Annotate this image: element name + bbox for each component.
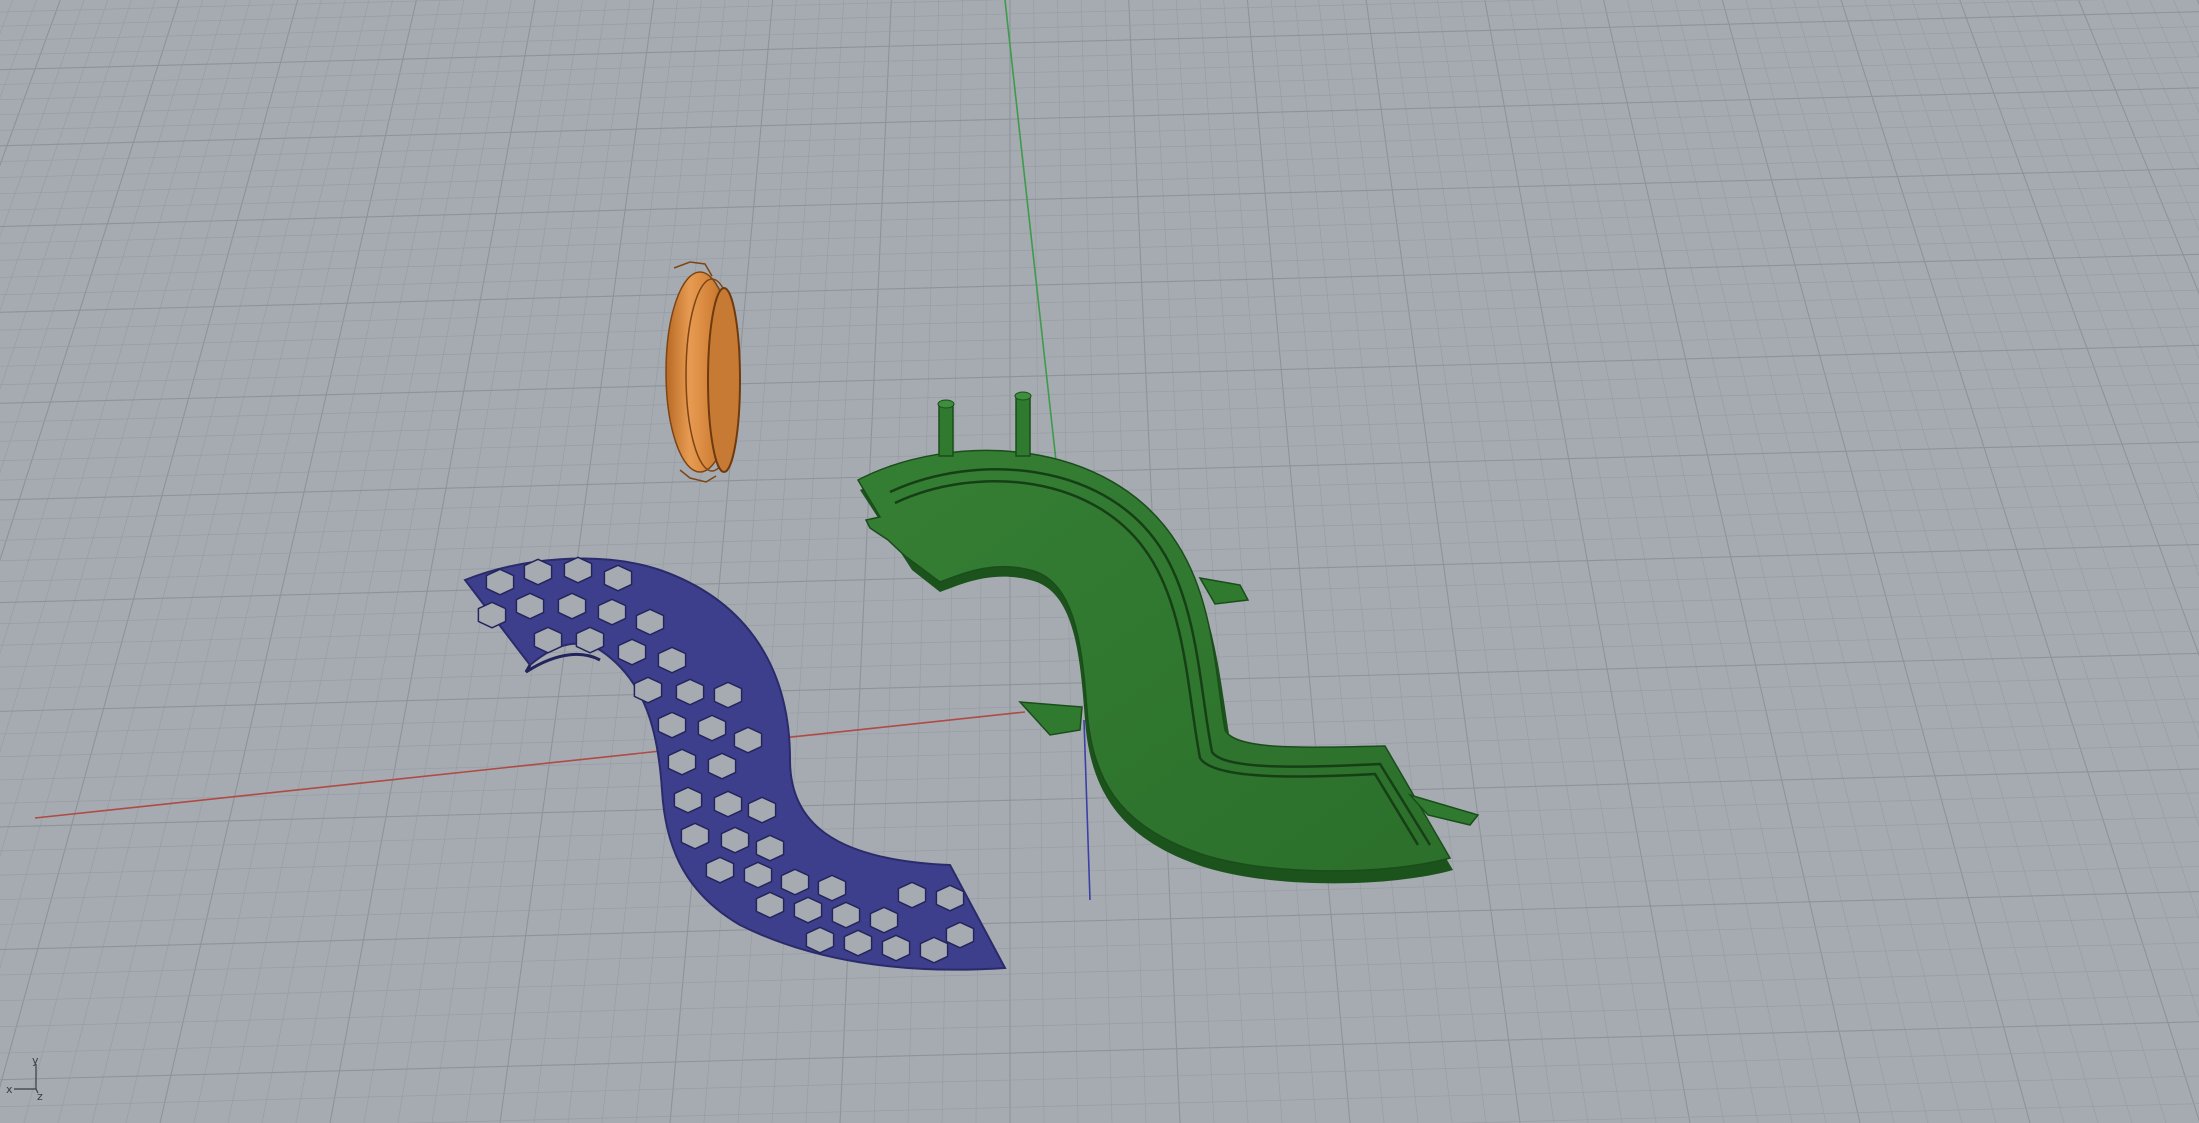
hexagon-hole [869, 906, 899, 934]
hexagon-hole [657, 646, 687, 674]
hexagon-hole [523, 558, 553, 586]
y-axis-line [1004, 0, 1058, 471]
hexagon-hole [603, 564, 633, 592]
gizmo-z-label: z [37, 1090, 43, 1103]
hexagon-hole [720, 826, 750, 854]
hexagon-hole [747, 796, 777, 824]
hexagon-hole [881, 934, 911, 962]
hexagon-hole [563, 556, 593, 584]
x-axis-line [34, 711, 1026, 819]
hexagon-hole [557, 592, 587, 620]
hexagon-hole [485, 568, 515, 596]
hexagon-hole [667, 748, 697, 776]
hexagon-hole [575, 626, 605, 654]
hexagon-hole [935, 884, 965, 912]
hexagon-hole [697, 714, 727, 742]
hexagon-hole [831, 901, 861, 929]
hexagon-hole [477, 601, 507, 629]
hexagon-hole [755, 834, 785, 862]
3d-viewport[interactable]: y x z [0, 0, 2199, 1123]
hexagon-hole [633, 676, 663, 704]
hexagon-hole [743, 861, 773, 889]
hexagon-hole [617, 638, 647, 666]
viewport-scene[interactable]: y x z [0, 0, 2199, 1123]
hexagon-hole [707, 752, 737, 780]
hexagon-hole [805, 926, 835, 954]
gizmo-y-label: y [32, 1054, 39, 1067]
hexagon-hole [817, 874, 847, 902]
hexagon-hole [780, 868, 810, 896]
hexagon-hole [705, 856, 735, 884]
hexagon-hole [675, 678, 705, 706]
hexagon-hole [597, 598, 627, 626]
hexagon-hole [657, 711, 687, 739]
hexagon-hole [673, 786, 703, 814]
hexagon-hole [635, 608, 665, 636]
hexagon-hole [793, 896, 823, 924]
hexagon-hole [533, 626, 563, 654]
hexagon-hole [843, 929, 873, 957]
hexagon-hole [897, 881, 927, 909]
hexagon-hole [919, 936, 949, 964]
hexagon-hole [680, 822, 710, 850]
hexagon-hole [733, 726, 763, 754]
hexagon-hole [713, 790, 743, 818]
hexagon-hole [755, 891, 785, 919]
gizmo-x-label: x [6, 1083, 13, 1096]
hexagon-hole [515, 592, 545, 620]
hexagon-hole [945, 921, 975, 949]
hexagon-hole [713, 681, 743, 709]
